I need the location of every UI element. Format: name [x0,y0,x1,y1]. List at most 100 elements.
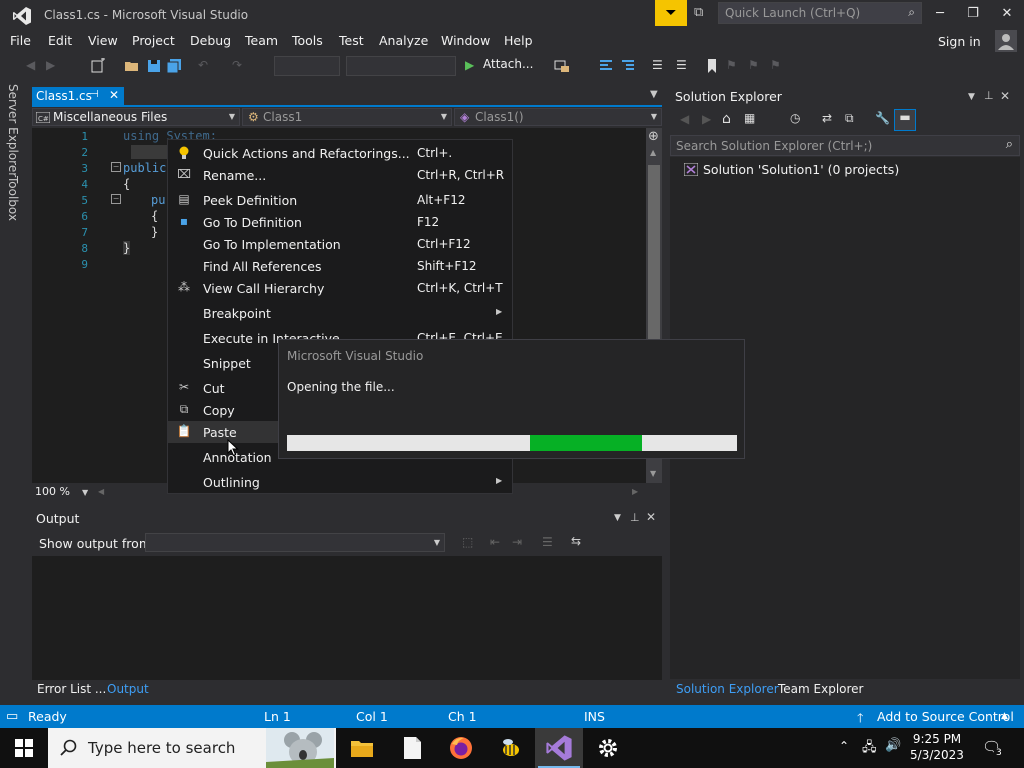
clear-bookmark-icon[interactable]: ⚑ [770,58,786,74]
scroll-left-icon[interactable]: ◀ [98,487,104,496]
windows-start-icon[interactable] [15,739,33,757]
notepad-icon[interactable] [398,734,426,762]
step-icon[interactable] [598,58,614,74]
sign-in-link[interactable]: Sign in [938,34,981,49]
attach-button[interactable]: Attach... [483,57,533,71]
close-button[interactable]: ✕ [992,4,1022,26]
forward-icon[interactable]: ▶ [702,112,711,126]
menu-view[interactable]: View [88,33,118,48]
menu-item-quick-actions[interactable]: Quick Actions and Refactorings... Ctrl+. [168,142,512,164]
prev-message-icon[interactable]: ⇤ [490,535,500,549]
uncomment-icon[interactable]: ☰ [676,58,692,74]
toolbox-tab[interactable]: Toolbox [6,176,20,221]
member-dropdown[interactable]: ◈ Class1() ▼ [454,108,662,126]
app-bee-icon[interactable] [497,734,525,762]
next-message-icon[interactable]: ⇥ [512,535,522,549]
project-dropdown[interactable]: C# Miscellaneous Files ▼ [32,108,240,126]
chevron-down-icon[interactable]: ▼ [82,488,88,497]
type-dropdown[interactable]: ⚙ Class1 ▼ [242,108,452,126]
save-all-icon[interactable] [166,58,182,74]
tab-error-list[interactable]: Error List ... [37,682,106,696]
minimize-button[interactable]: ─ [925,4,955,26]
menu-project[interactable]: Project [132,33,175,48]
output-source-select[interactable]: ▼ [145,533,445,552]
feedback-icon[interactable]: ⧉ [694,5,710,21]
chevron-down-icon[interactable]: ▼ [614,513,621,523]
file-explorer-icon[interactable] [348,734,376,762]
back-icon[interactable]: ◀ [26,58,42,74]
scroll-up-icon[interactable]: ▲ [650,148,656,157]
output-text-area[interactable] [32,556,662,680]
quick-launch-input[interactable]: Quick Launch (Ctrl+Q) ⌕ [718,2,922,24]
taskbar-clock[interactable]: 9:25 PM 5/3/2023 [905,731,969,763]
close-tab-icon[interactable]: ✕ [109,88,119,102]
collapse-all-icon[interactable]: ⧉ [845,111,854,126]
zoom-level[interactable]: 100 % [35,485,70,498]
tab-team-explorer[interactable]: Team Explorer [778,682,864,696]
pending-changes-icon[interactable]: ◷ [790,111,800,125]
solution-platform-select[interactable] [346,56,456,76]
comment-icon[interactable]: ☰ [652,58,668,74]
find-message-icon[interactable]: ⬚ [462,535,473,549]
document-tab-class1[interactable]: Class1.cs ⊣ ✕ [32,87,124,105]
next-bookmark-icon[interactable]: ⚑ [748,58,764,74]
scroll-down-icon[interactable]: ▼ [650,469,656,478]
chevron-down-icon[interactable]: ▼ [968,92,975,102]
collapse-toggle-icon[interactable]: − [111,162,121,172]
open-folder-icon[interactable] [124,58,140,74]
prev-bookmark-icon[interactable]: ⚑ [726,58,742,74]
properties-wrench-icon[interactable]: 🔧 [875,111,890,125]
visual-studio-taskbar-icon[interactable] [545,734,573,762]
word-wrap-icon[interactable]: ⇆ [571,534,581,548]
back-icon[interactable]: ◀ [680,112,689,126]
menu-item-find-all-references[interactable]: Find All References Shift+F12 [168,255,512,277]
add-to-source-control-button[interactable]: Add to Source Control [877,709,1014,724]
new-project-icon[interactable] [90,58,106,74]
chevron-up-icon[interactable]: ▲ [1001,711,1008,721]
forward-icon[interactable]: ▶ [46,58,62,74]
preview-selected-icon[interactable]: ▬ [894,109,916,131]
menu-debug[interactable]: Debug [190,33,231,48]
tab-list-dropdown-icon[interactable]: ▼ [650,89,658,100]
menu-team[interactable]: Team [245,33,278,48]
bookmark-icon[interactable] [704,58,720,74]
menu-item-go-to-implementation[interactable]: Go To Implementation Ctrl+F12 [168,233,512,255]
menu-tools[interactable]: Tools [292,33,323,48]
pin-tab-icon[interactable]: ⊣ [90,89,99,100]
scroll-right-icon[interactable]: ▶ [632,487,638,496]
format-icon[interactable] [620,58,636,74]
home-icon[interactable]: ⌂ [722,111,731,127]
menu-item-breakpoint[interactable]: Breakpoint ▶ [168,302,512,324]
solution-configuration-select[interactable] [274,56,340,76]
pin-icon[interactable]: ⊥ [630,511,640,524]
menu-help[interactable]: Help [504,33,533,48]
split-editor-icon[interactable]: ⊕ [648,129,659,144]
redo-icon[interactable]: ↷ [232,58,248,74]
visual-studio-logo-icon[interactable] [12,6,32,26]
menu-item-go-to-definition[interactable]: ▪ Go To Definition F12 [168,211,512,233]
solutions-views-icon[interactable]: ▦ [744,111,755,125]
clear-all-icon[interactable]: ☰ [542,535,553,549]
firefox-icon[interactable] [447,734,475,762]
network-icon[interactable]: 🖧 [862,738,877,760]
server-explorer-tab[interactable]: Server Explorer [6,84,20,177]
menu-item-rename[interactable]: ⌧ Rename... Ctrl+R, Ctrl+R [168,164,512,186]
menu-file[interactable]: File [10,33,31,48]
menu-item-peek-definition[interactable]: ▤ Peek Definition Alt+F12 [168,189,512,211]
menu-item-outlining[interactable]: Outlining ▶ [168,471,512,493]
tab-solution-explorer[interactable]: Solution Explorer [676,682,779,696]
menu-test[interactable]: Test [339,33,364,48]
start-icon[interactable]: ▶ [465,58,481,74]
sync-icon[interactable]: ⇄ [822,111,832,125]
solution-explorer-search-input[interactable]: Search Solution Explorer (Ctrl+;) ⌕ [670,135,1020,156]
undo-icon[interactable]: ↶ [198,58,214,74]
account-avatar-icon[interactable] [995,30,1017,52]
settings-gear-icon[interactable] [594,734,622,762]
menu-edit[interactable]: Edit [48,33,72,48]
chevron-up-icon[interactable]: ⌃ [839,739,849,753]
close-icon[interactable]: ✕ [646,510,656,524]
process-icon[interactable] [554,58,570,74]
menu-item-view-call-hierarchy[interactable]: ⁂ View Call Hierarchy Ctrl+K, Ctrl+T [168,277,512,299]
save-icon[interactable] [146,58,162,74]
solution-tree-item[interactable]: Solution 'Solution1' (0 projects) [703,162,899,177]
